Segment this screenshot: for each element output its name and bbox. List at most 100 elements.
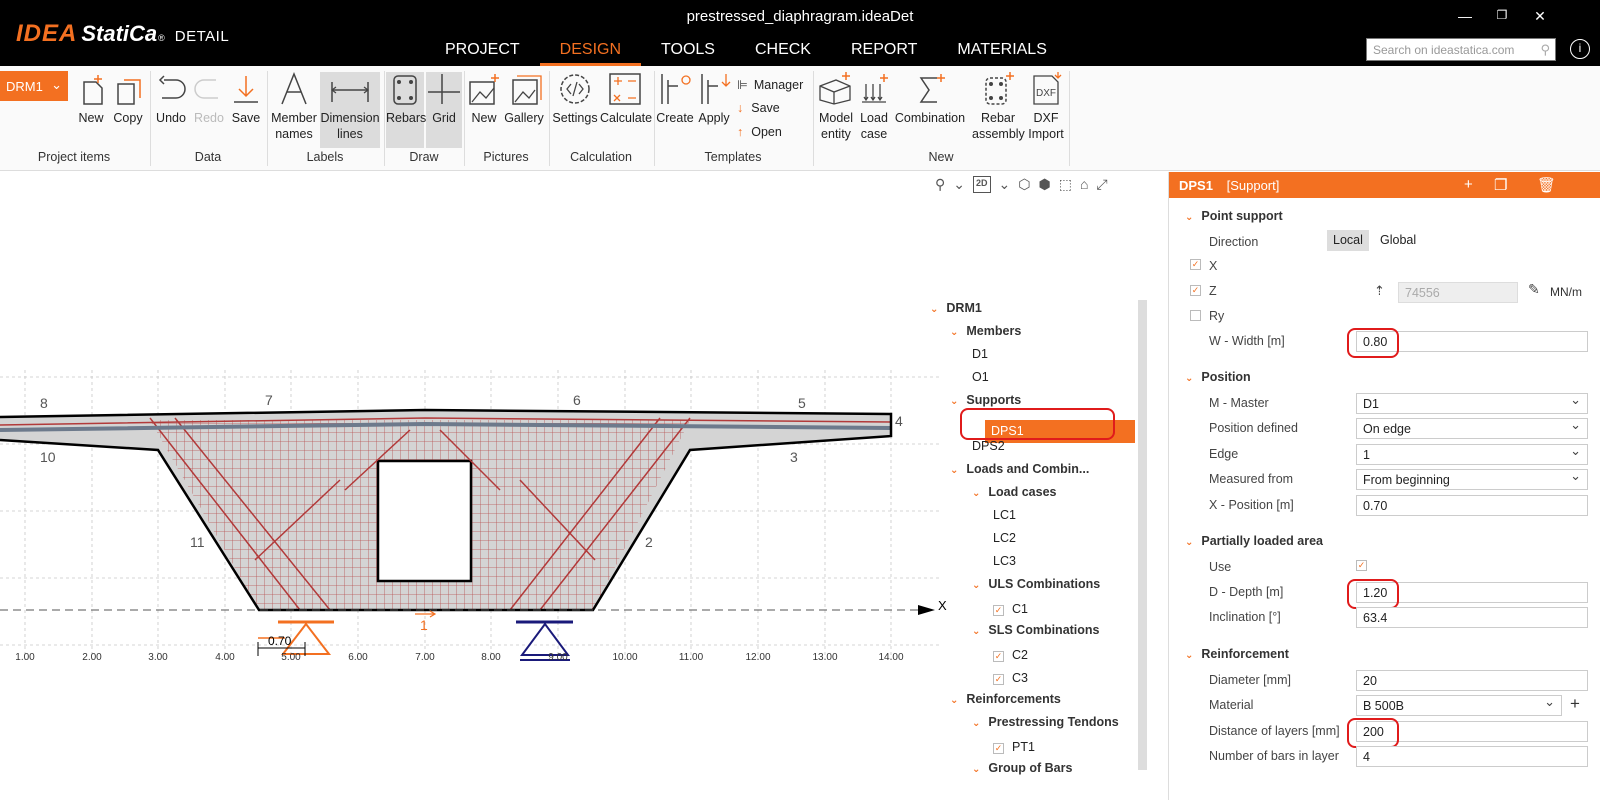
solid-cube-icon[interactable]: ⬢ xyxy=(1038,176,1050,193)
tree-supports[interactable]: ⌄ Supports xyxy=(950,393,1021,407)
tree-item-c1[interactable]: ✓ C1 xyxy=(993,602,1028,616)
apply-template-button[interactable]: Apply xyxy=(696,72,732,126)
tree-item-c2[interactable]: ✓ C2 xyxy=(993,648,1028,662)
view-mode-2d-button[interactable]: 2D xyxy=(973,176,991,193)
wireframe-icon[interactable]: ⬡ xyxy=(1018,176,1030,193)
position-defined-select[interactable]: On edge xyxy=(1356,417,1588,439)
checkbox[interactable]: ✓ xyxy=(993,651,1004,662)
chevron-down-icon[interactable]: ⌄ xyxy=(999,176,1011,193)
tab-design[interactable]: DESIGN xyxy=(539,40,642,66)
z-stiffness-input[interactable]: 74556 xyxy=(1398,282,1518,303)
chevron-down-icon[interactable]: ⌄ xyxy=(950,465,958,476)
save-data-button[interactable]: Save xyxy=(230,72,262,126)
template-save-button[interactable]: ↓ Save xyxy=(737,101,780,115)
tree-sls[interactable]: ⌄ SLS Combinations xyxy=(972,623,1100,637)
rebar-assembly-button[interactable]: Rebar assembly xyxy=(972,72,1025,142)
x-position-input[interactable]: 0.70 xyxy=(1356,495,1588,516)
delete-icon[interactable]: 🗑 xyxy=(1537,176,1556,194)
tree-uls[interactable]: ⌄ ULS Combinations xyxy=(972,577,1100,591)
chevron-down-icon[interactable]: ⌄ xyxy=(930,304,938,315)
ry-checkbox[interactable] xyxy=(1190,310,1201,321)
zoom-icon[interactable]: ⚲ xyxy=(935,176,945,193)
section-plane-icon[interactable]: ⬚ xyxy=(1059,176,1072,193)
tree-root[interactable]: ⌄ DRM1 xyxy=(930,301,982,315)
bars-in-layer-input[interactable]: 4 xyxy=(1356,746,1588,767)
tree-load-cases[interactable]: ⌄ Load cases xyxy=(972,485,1056,499)
direction-global-button[interactable]: Global xyxy=(1374,230,1422,251)
checkbox[interactable]: ✓ xyxy=(993,743,1004,754)
settings-button[interactable]: Settings xyxy=(552,72,598,126)
chevron-down-icon[interactable]: ⌄ xyxy=(1185,650,1193,661)
new-item-button[interactable]: New xyxy=(76,72,106,126)
chevron-down-icon[interactable]: ⌄ xyxy=(972,764,980,775)
chevron-down-icon[interactable]: ⌄ xyxy=(1185,537,1193,548)
measured-from-select[interactable]: From beginning xyxy=(1356,468,1588,490)
gallery-button[interactable]: Gallery xyxy=(503,72,545,126)
fit-view-icon[interactable]: ⤢ xyxy=(1096,176,1107,193)
tab-report[interactable]: REPORT xyxy=(831,40,937,66)
dimension-lines-button[interactable]: Dimension lines xyxy=(320,72,380,148)
tree-tendons[interactable]: ⌄ Prestressing Tendons xyxy=(972,715,1119,729)
tree-members[interactable]: ⌄ Members xyxy=(950,324,1021,338)
chevron-down-icon[interactable]: ⌄ xyxy=(950,327,958,338)
tree-item-lc1[interactable]: LC1 xyxy=(993,508,1016,522)
undo-button[interactable]: Undo xyxy=(154,72,188,126)
dxf-import-button[interactable]: DXF DXF Import xyxy=(1026,72,1066,142)
tree-item-lc2[interactable]: LC2 xyxy=(993,531,1016,545)
tree-item-dps2[interactable]: DPS2 xyxy=(972,439,1005,453)
chevron-down-icon[interactable]: ⌄ xyxy=(1185,373,1193,384)
chevron-down-icon[interactable]: ⌄ xyxy=(1185,212,1193,223)
tree-item-o1[interactable]: O1 xyxy=(972,370,989,384)
chevron-down-icon[interactable]: ⌄ xyxy=(972,580,980,591)
tree-item-lc3[interactable]: LC3 xyxy=(993,554,1016,568)
inclination-input[interactable]: 63.4 xyxy=(1356,607,1588,628)
template-open-button[interactable]: ↑ Open xyxy=(737,125,782,139)
chevron-down-icon[interactable]: ⌄ xyxy=(953,176,965,193)
load-case-button[interactable]: Load case xyxy=(858,72,890,142)
material-select[interactable]: B 500B xyxy=(1356,694,1562,716)
chevron-down-icon[interactable]: ⌄ xyxy=(950,396,958,407)
calculate-button[interactable]: Calculate xyxy=(600,72,652,126)
diameter-input[interactable]: 20 xyxy=(1356,670,1588,691)
tree-reinforcements[interactable]: ⌄ Reinforcements xyxy=(950,692,1061,706)
tree-item-d1[interactable]: D1 xyxy=(972,347,988,361)
tree-loads[interactable]: ⌄ Loads and Combin... xyxy=(950,462,1089,476)
close-button[interactable]: ✕ xyxy=(1530,8,1550,25)
new-picture-button[interactable]: New xyxy=(467,72,501,126)
member-names-button[interactable]: Member names xyxy=(270,72,318,142)
edge-select[interactable]: 1 xyxy=(1356,443,1588,465)
checkbox[interactable]: ✓ xyxy=(993,674,1004,685)
tree-item-c3[interactable]: ✓ C3 xyxy=(993,671,1028,685)
combination-button[interactable]: Combination xyxy=(893,72,967,126)
model-entity-button[interactable]: Model entity xyxy=(816,72,856,142)
minimize-button[interactable]: — xyxy=(1455,8,1475,24)
section-position[interactable]: ⌄ Position xyxy=(1185,370,1251,384)
tree-group-bars[interactable]: ⌄ Group of Bars xyxy=(972,761,1072,775)
template-manager-button[interactable]: ⊫ Manager xyxy=(737,77,803,92)
restore-button[interactable]: ❐ xyxy=(1492,8,1512,22)
tree-scrollbar[interactable] xyxy=(1138,300,1147,770)
info-icon[interactable]: i xyxy=(1570,39,1590,59)
checkbox[interactable]: ✓ xyxy=(993,605,1004,616)
search-icon[interactable]: ⚲ xyxy=(1540,42,1550,58)
tab-project[interactable]: PROJECT xyxy=(425,40,540,66)
section-reinforcement[interactable]: ⌄ Reinforcement xyxy=(1185,647,1289,661)
copy-icon[interactable]: ❐ xyxy=(1494,176,1507,194)
add-material-icon[interactable]: + xyxy=(1570,694,1580,714)
chevron-down-icon[interactable]: ⌄ xyxy=(972,488,980,499)
rebars-toggle[interactable]: Rebars xyxy=(386,72,426,148)
member-selector-dropdown[interactable]: DRM1 ⌄ xyxy=(0,71,68,101)
tab-tools[interactable]: TOOLS xyxy=(641,40,735,66)
master-select[interactable]: D1 xyxy=(1356,392,1588,414)
tree-item-pt1[interactable]: ✓ PT1 xyxy=(993,740,1035,754)
section-partially-loaded[interactable]: ⌄ Partially loaded area xyxy=(1185,534,1323,548)
direction-local-button[interactable]: Local xyxy=(1327,230,1369,251)
use-checkbox[interactable]: ✓ xyxy=(1356,560,1367,571)
tab-check[interactable]: CHECK xyxy=(735,40,831,66)
redo-button[interactable]: Redo xyxy=(192,72,226,126)
section-opening[interactable] xyxy=(376,459,473,583)
chevron-down-icon[interactable]: ⌄ xyxy=(950,695,958,706)
x-checkbox[interactable]: ✓ xyxy=(1190,259,1201,270)
chevron-down-icon[interactable]: ⌄ xyxy=(972,718,980,729)
section-point-support[interactable]: ⌄ Point support xyxy=(1185,209,1283,223)
